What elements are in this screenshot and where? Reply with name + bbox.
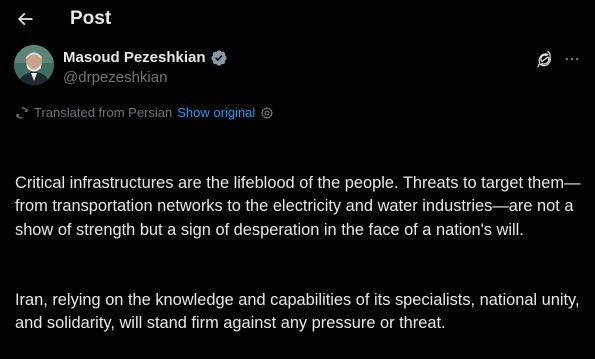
show-original-link[interactable]: Show original	[177, 105, 255, 121]
verified-badge-icon[interactable]	[210, 49, 228, 67]
arrow-left-icon	[15, 9, 35, 29]
back-button[interactable]	[10, 4, 40, 34]
avatar[interactable]	[14, 45, 54, 85]
translate-icon	[15, 106, 29, 120]
post-body: Critical infrastructures are the lifeblo…	[15, 125, 590, 359]
page-title: Post	[70, 8, 112, 29]
more-horizontal-icon	[563, 50, 581, 68]
grok-button[interactable]	[532, 47, 556, 71]
top-bar: Post	[0, 0, 595, 38]
translated-from-label: Translated from Persian	[34, 105, 173, 120]
gear-icon[interactable]	[260, 106, 274, 120]
post-paragraph: Iran, relying on the knowledge and capab…	[15, 290, 585, 333]
more-button[interactable]	[560, 47, 584, 71]
translation-bar: Translated from Persian Show original	[15, 104, 274, 122]
author-handle[interactable]: @drpezeshkian	[63, 68, 167, 88]
author-name-row[interactable]: Masoud Pezeshkian	[63, 48, 228, 68]
author-name[interactable]: Masoud Pezeshkian	[63, 48, 206, 68]
grok-icon	[535, 50, 553, 68]
post-paragraph: Critical infrastructures are the lifeblo…	[15, 173, 581, 239]
